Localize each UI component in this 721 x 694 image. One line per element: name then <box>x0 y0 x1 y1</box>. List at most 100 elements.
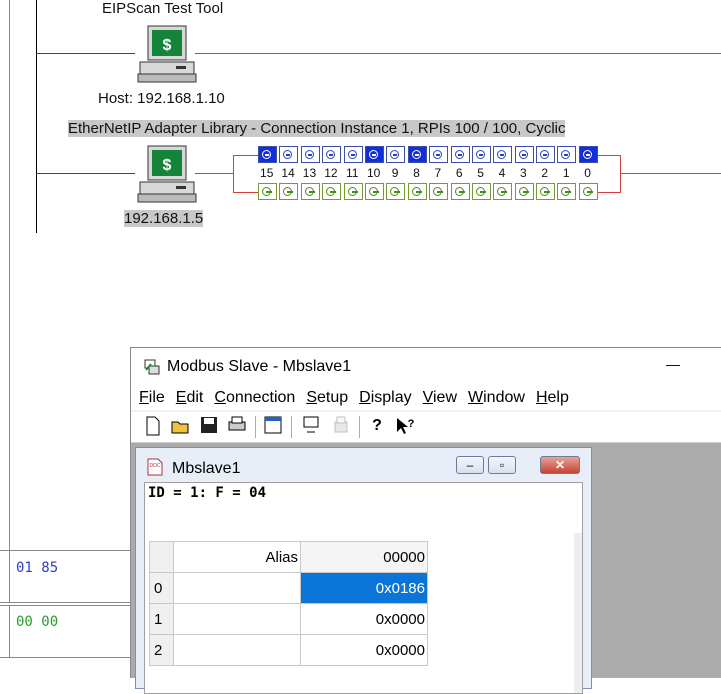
input-bit-2[interactable] <box>536 146 556 163</box>
output-bit-10[interactable] <box>364 183 384 200</box>
output-bit-6[interactable] <box>450 183 470 200</box>
input-bit-13[interactable] <box>300 146 320 163</box>
output-bit-1[interactable] <box>557 183 577 200</box>
address-column-header[interactable]: 00000 <box>300 541 428 573</box>
save-icon[interactable] <box>199 416 219 436</box>
input-bit-11[interactable] <box>343 146 363 163</box>
adapter-computer-icon[interactable]: $ <box>136 144 198 204</box>
window-titlebar[interactable]: Modbus Slave - Mbslave1 — <box>131 348 721 386</box>
bit-number: 15 <box>260 166 274 180</box>
vertical-scrollbar[interactable] <box>574 533 582 693</box>
output-bit-15[interactable] <box>258 183 277 200</box>
input-bit-8[interactable] <box>407 146 427 163</box>
input-bit-6[interactable] <box>450 146 470 163</box>
value-cell[interactable]: 0x0000 <box>300 634 428 666</box>
input-bit-0[interactable] <box>578 146 598 163</box>
bit-number: 11 <box>346 166 359 180</box>
host-red-link <box>195 53 721 54</box>
context-help-icon[interactable]: ? <box>395 416 415 436</box>
output-bit-3[interactable] <box>514 183 534 200</box>
bit-number: 14 <box>281 166 295 180</box>
row-index[interactable]: 2 <box>149 634 174 666</box>
child-maximize-button[interactable]: ▫ <box>488 456 516 474</box>
table-row: 1 0x0000 <box>149 603 428 635</box>
menu-file[interactable]: File <box>139 386 165 410</box>
value-cell[interactable]: 0x0000 <box>300 603 428 635</box>
alias-cell[interactable] <box>173 572 301 604</box>
bit-link-right-vert <box>620 155 621 193</box>
alias-cell[interactable] <box>173 603 301 635</box>
window-title: Modbus Slave - Mbslave1 <box>167 358 352 375</box>
bit-link-left-top <box>233 155 258 156</box>
left-pane-bottom <box>0 657 135 658</box>
table-row: 2 0x0000 <box>149 634 428 666</box>
row-index[interactable]: 1 <box>149 603 174 635</box>
menu-connection[interactable]: Connection <box>214 386 295 410</box>
input-bit-14[interactable] <box>279 146 299 163</box>
toolbar-separator <box>359 416 360 438</box>
menu-help[interactable]: Help <box>536 386 569 410</box>
output-bit-11[interactable] <box>343 183 363 200</box>
output-bit-9[interactable] <box>386 183 406 200</box>
host-blue-link <box>36 53 135 54</box>
input-bit-5[interactable] <box>471 146 491 163</box>
input-bit-7[interactable] <box>429 146 449 163</box>
output-bit-4[interactable] <box>493 183 513 200</box>
print-icon[interactable] <box>227 416 247 436</box>
child-minimize-button[interactable]: – <box>456 456 484 474</box>
menu-edit[interactable]: Edit <box>176 386 204 410</box>
menu-window[interactable]: Window <box>468 386 525 410</box>
menu-view[interactable]: View <box>423 386 457 410</box>
left-pane-divider <box>0 550 135 551</box>
output-bit-12[interactable] <box>322 183 342 200</box>
child-close-button[interactable]: ✕ <box>540 456 580 474</box>
output-bit-14[interactable] <box>279 183 299 200</box>
left-pane-divider-2 <box>0 602 135 603</box>
new-icon[interactable] <box>143 416 163 436</box>
bit-number: 5 <box>477 166 484 180</box>
table-header-row: Alias 00000 <box>149 541 428 573</box>
input-bit-12[interactable] <box>322 146 342 163</box>
input-bit-9[interactable] <box>386 146 406 163</box>
output-bit-8[interactable] <box>407 183 427 200</box>
output-bit-0[interactable] <box>578 183 598 200</box>
bit-number: 3 <box>520 166 527 180</box>
bit-link-right-out <box>620 173 721 174</box>
open-icon[interactable] <box>171 416 191 436</box>
value-cell[interactable]: 0x0186 <box>300 572 428 604</box>
input-bit-15[interactable] <box>258 146 277 163</box>
alias-cell[interactable] <box>173 634 301 666</box>
host-address-label: Host: 192.168.1.10 <box>98 90 225 107</box>
menu-setup[interactable]: Setup <box>306 386 348 410</box>
bit-number: 2 <box>541 166 549 180</box>
minimize-button[interactable]: — <box>666 356 680 372</box>
printer-disabled-icon <box>331 416 351 436</box>
output-bit-5[interactable] <box>471 183 491 200</box>
input-bits-row <box>258 146 600 163</box>
bit-number: 12 <box>324 166 338 180</box>
hex-output-value: 00 00 <box>16 614 59 630</box>
alias-column-header[interactable]: Alias <box>173 541 301 573</box>
bit-number-row: 15 14 13 12 11 10 9 8 7 6 5 4 3 2 1 0 <box>256 166 598 180</box>
toolbar-separator <box>291 416 292 438</box>
input-bit-3[interactable] <box>514 146 534 163</box>
svg-text:$: $ <box>163 157 172 174</box>
adapter-ip-label: 192.168.1.5 <box>124 210 204 227</box>
row-index[interactable]: 0 <box>149 572 174 604</box>
output-bit-2[interactable] <box>536 183 556 200</box>
monitor-icon[interactable] <box>301 416 321 436</box>
menu-display[interactable]: Display <box>359 386 411 410</box>
bit-link-left-bottom <box>233 192 258 193</box>
output-bit-13[interactable] <box>300 183 320 200</box>
input-bit-10[interactable] <box>364 146 384 163</box>
input-bit-4[interactable] <box>493 146 513 163</box>
help-icon[interactable]: ? <box>367 416 387 436</box>
left-pane-border-2 <box>9 605 10 657</box>
input-bit-1[interactable] <box>557 146 577 163</box>
test-tool-title: EIPScan Test Tool <box>102 0 224 17</box>
adapter-caption: EtherNetIP Adapter Library - Connection … <box>68 120 566 137</box>
window-icon[interactable] <box>263 416 283 436</box>
host-computer-icon[interactable]: $ <box>136 24 198 84</box>
bit-link-left <box>195 173 233 174</box>
output-bit-7[interactable] <box>429 183 449 200</box>
